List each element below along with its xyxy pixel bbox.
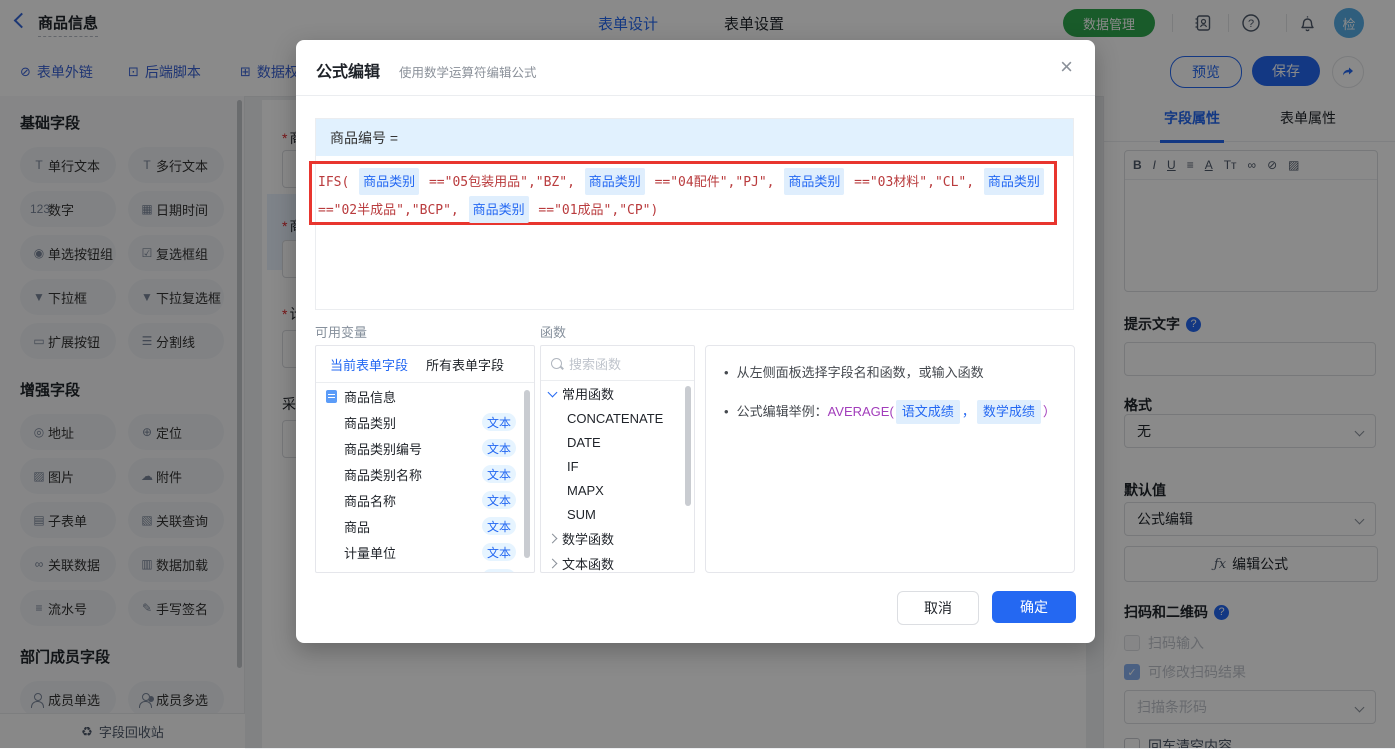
field-chip[interactable]: 商品类别 bbox=[359, 168, 419, 195]
chevron-right-icon bbox=[548, 559, 558, 569]
formula-code: =="04配件","PJ", bbox=[647, 175, 783, 190]
variable-row[interactable]: 商品名称文本 bbox=[316, 487, 534, 513]
example-field-chip[interactable]: 数学成绩 bbox=[977, 400, 1041, 424]
function-item[interactable]: CONCATENATE bbox=[541, 406, 694, 430]
variable-row[interactable]: 商品文本 bbox=[316, 513, 534, 539]
tip-line-1: •从左侧面板选择字段名和函数，或输入函数 bbox=[724, 362, 1056, 384]
chevron-down-icon bbox=[548, 387, 558, 397]
variables-section-label: 可用变量 bbox=[315, 322, 367, 341]
divider bbox=[296, 95, 1095, 96]
example-code: ） bbox=[1043, 404, 1056, 419]
field-chip[interactable]: 商品类别 bbox=[585, 168, 645, 195]
function-item[interactable]: IF bbox=[541, 454, 694, 478]
variables-tabs: 当前表单字段所有表单字段 bbox=[316, 346, 534, 383]
function-group[interactable]: 常用函数 bbox=[541, 381, 694, 406]
formula-code: =="02半成品","BCP", bbox=[318, 203, 467, 218]
field-type-badge[interactable]: 文本 bbox=[482, 569, 516, 573]
variable-row[interactable]: 商品类别文本 bbox=[316, 409, 534, 435]
variable-row[interactable]: 商品类别编号文本 bbox=[316, 435, 534, 461]
formula-code: =="05包装用品","BZ", bbox=[421, 175, 583, 190]
cancel-button[interactable]: 取消 bbox=[897, 591, 979, 625]
variables-scrollbar[interactable] bbox=[524, 390, 530, 558]
formula-code: IFS( bbox=[318, 175, 357, 190]
variable-row[interactable]: 商品类别名称文本 bbox=[316, 461, 534, 487]
function-search-input[interactable]: 搜索函数 bbox=[541, 346, 694, 381]
variable-root-row[interactable]: 商品信息 bbox=[316, 383, 534, 409]
example-code: ， bbox=[962, 404, 975, 419]
functions-section-label: 函数 bbox=[540, 322, 566, 341]
variables-tab[interactable]: 所有表单字段 bbox=[426, 355, 504, 374]
variable-row[interactable]: 文本 bbox=[316, 565, 534, 573]
formula-target-bar: 商品编号 = bbox=[316, 119, 1073, 156]
functions-scrollbar[interactable] bbox=[685, 386, 691, 506]
variable-row[interactable]: 计量单位文本 bbox=[316, 539, 534, 565]
functions-panel: 搜索函数 常用函数CONCATENATEDATEIFMAPXSUM数学函数文本函… bbox=[540, 345, 695, 573]
function-group[interactable]: 文本函数 bbox=[541, 551, 694, 573]
modal-title: 公式编辑 bbox=[316, 58, 380, 82]
form-doc-icon bbox=[326, 390, 337, 403]
field-type-badge[interactable]: 文本 bbox=[482, 439, 516, 457]
formula-tips-panel: •从左侧面板选择字段名和函数，或输入函数 •公式编辑举例：AVERAGE(语文成… bbox=[705, 345, 1075, 573]
field-chip[interactable]: 商品类别 bbox=[784, 168, 844, 195]
field-chip[interactable]: 商品类别 bbox=[984, 168, 1044, 195]
function-item[interactable]: MAPX bbox=[541, 478, 694, 502]
formula-expression[interactable]: IFS( 商品类别 =="05包装用品","BZ", 商品类别 =="04配件"… bbox=[318, 168, 1050, 224]
modal-subtitle: 使用数学运算符编辑公式 bbox=[399, 62, 537, 81]
example-code: AVERAGE( bbox=[828, 404, 894, 419]
function-item[interactable]: SUM bbox=[541, 502, 694, 526]
function-group[interactable]: 数学函数 bbox=[541, 526, 694, 551]
tip-line-2: •公式编辑举例：AVERAGE(语文成绩，数学成绩） bbox=[724, 400, 1056, 424]
example-field-chip[interactable]: 语文成绩 bbox=[896, 400, 960, 424]
field-type-badge[interactable]: 文本 bbox=[482, 543, 516, 561]
variables-panel: 当前表单字段所有表单字段 商品信息商品类别文本商品类别编号文本商品类别名称文本商… bbox=[315, 345, 535, 573]
chevron-right-icon bbox=[548, 534, 558, 544]
field-chip[interactable]: 商品类别 bbox=[469, 196, 529, 223]
formula-code: =="03材料","CL", bbox=[846, 175, 982, 190]
field-type-badge[interactable]: 文本 bbox=[482, 517, 516, 535]
field-type-badge[interactable]: 文本 bbox=[482, 413, 516, 431]
search-icon bbox=[551, 358, 562, 369]
search-placeholder: 搜索函数 bbox=[569, 354, 621, 373]
function-item[interactable]: DATE bbox=[541, 430, 694, 454]
formula-code: =="01成品","CP") bbox=[531, 203, 659, 218]
variables-tab[interactable]: 当前表单字段 bbox=[330, 355, 408, 374]
field-type-badge[interactable]: 文本 bbox=[482, 465, 516, 483]
close-icon[interactable]: × bbox=[1060, 56, 1073, 78]
field-type-badge[interactable]: 文本 bbox=[482, 491, 516, 509]
formula-editor-modal: 公式编辑 使用数学运算符编辑公式 × 商品编号 = IFS( 商品类别 =="0… bbox=[296, 40, 1095, 643]
ok-button[interactable]: 确定 bbox=[992, 591, 1076, 623]
